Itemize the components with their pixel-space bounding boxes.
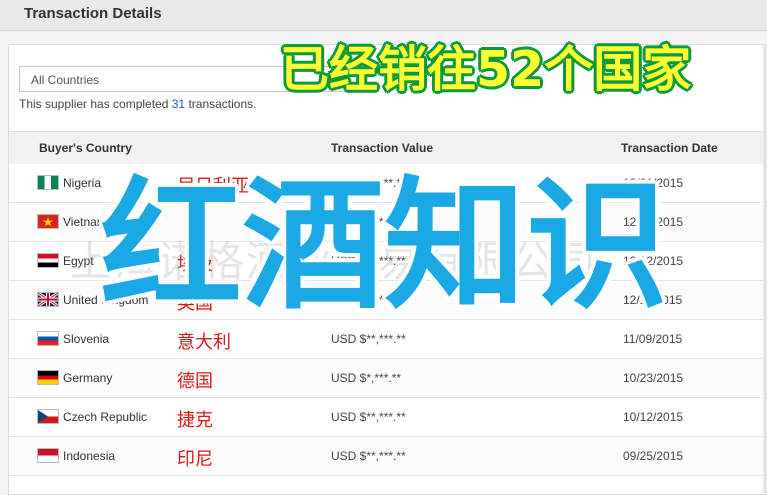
country-name: Indonesia xyxy=(63,448,116,463)
transaction-value: USD $**,***.** xyxy=(331,332,406,346)
country-cn-label: 德国 xyxy=(177,371,213,392)
country-cell: Vietnam xyxy=(37,214,107,229)
transaction-value: USD $*,***.** xyxy=(331,371,402,385)
country-name: Germany xyxy=(63,370,113,385)
transaction-date: 10/23/2015 xyxy=(623,371,684,385)
country-cn-label: 意大利 xyxy=(177,332,231,353)
transaction-summary: This supplier has completed 31 transacti… xyxy=(19,97,256,111)
indonesia-flag-icon xyxy=(37,448,59,463)
column-header-country[interactable]: Buyer's Country xyxy=(39,141,132,155)
transaction-date: 11/09/2015 xyxy=(623,332,683,346)
country-cell: Czech Republic xyxy=(37,409,147,424)
country-cn-label: 印尼 xyxy=(177,449,213,470)
table-row: Czech Republic 捷克 USD $**,***.** 10/12/2… xyxy=(9,398,767,437)
transaction-date: 09/25/2015 xyxy=(623,449,684,463)
transaction-value: USD $**,***.** xyxy=(331,410,406,424)
country-name: Slovenia xyxy=(63,331,110,346)
czech-flag-icon xyxy=(37,409,59,424)
transaction-value: USD $**,***.** xyxy=(331,449,406,463)
transaction-date: 10/12/2015 xyxy=(623,410,684,424)
nigeria-flag-icon xyxy=(37,175,59,190)
country-name: Czech Republic xyxy=(63,409,148,424)
column-header-value[interactable]: Transaction Value xyxy=(331,141,433,155)
summary-suffix: transactions. xyxy=(185,97,257,111)
promo-banner-text: 已经销往52个国家 xyxy=(280,41,692,98)
column-header-date[interactable]: Transaction Date xyxy=(621,141,718,155)
table-header: Buyer's Country Transaction Value Transa… xyxy=(9,131,767,165)
country-cell: Germany xyxy=(37,370,112,385)
country-cell: Indonesia xyxy=(37,448,115,463)
promo-title-text: 红酒知识 xyxy=(100,164,668,329)
table-row: Indonesia 印尼 USD $**,***.** 09/25/2015 xyxy=(9,437,767,476)
page-title: Transaction Details xyxy=(24,5,162,22)
egypt-flag-icon xyxy=(37,253,59,268)
scrollbar-track[interactable] xyxy=(763,44,767,493)
transaction-count: 31 xyxy=(171,97,186,111)
slovenia-flag-icon xyxy=(37,331,59,346)
summary-prefix: This supplier has completed xyxy=(19,97,172,111)
uk-flag-icon xyxy=(37,292,59,307)
vietnam-flag-icon xyxy=(37,214,59,229)
country-cell: Nigeria xyxy=(37,175,101,190)
country-name: Nigeria xyxy=(63,175,102,190)
table-row: Germany 德国 USD $*,***.** 10/23/2015 xyxy=(9,359,767,398)
country-cell: Slovenia xyxy=(37,331,109,346)
germany-flag-icon xyxy=(37,370,59,385)
header-bar: Transaction Details xyxy=(0,0,767,31)
country-cn-label: 捷克 xyxy=(177,410,213,431)
